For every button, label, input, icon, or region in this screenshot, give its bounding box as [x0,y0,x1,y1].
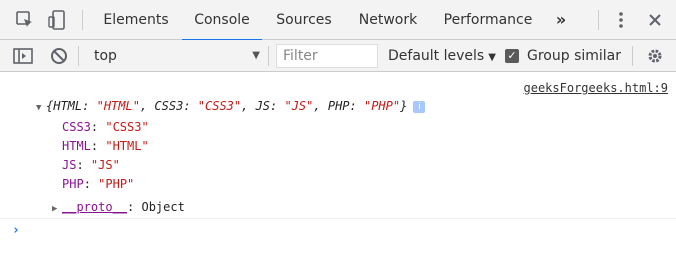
tab-performance[interactable]: Performance [436,0,540,40]
log-levels-dropdown[interactable]: Default levels ▼ [388,44,496,68]
inspect-icon[interactable] [14,8,36,32]
tab-console[interactable]: Console [182,0,262,41]
group-similar-label: Group similar [527,48,622,64]
tab-elements[interactable]: Elements [96,0,176,40]
kebab-menu-icon[interactable] [610,8,632,32]
console-divider [0,218,676,219]
prompt-chevron-icon[interactable]: › [12,223,20,238]
property-row: PHP: "PHP" [62,177,135,191]
device-toggle-icon[interactable] [46,8,68,32]
group-similar-checkbox[interactable]: ✓ [505,49,519,63]
toolbar-divider-2 [268,46,269,66]
filter-input[interactable] [276,44,378,68]
levels-label: Default levels [388,48,485,64]
context-value: top [94,48,117,64]
property-row: HTML: "HTML" [62,139,149,153]
object-summary-row[interactable]: ▼ {HTML: "HTML", CSS3: "CSS3", JS: "JS", … [36,97,426,117]
toolbar-divider-3 [632,46,633,66]
sidebar-toggle-icon[interactable] [12,44,34,68]
property-row: JS: "JS" [62,158,120,172]
proto-row[interactable]: ▶ __proto__: Object [52,198,185,216]
more-tabs-icon[interactable]: » [548,0,574,40]
tabbar-divider [82,10,83,30]
clear-console-icon[interactable] [48,44,70,68]
tabbar-divider-right [598,10,599,30]
collapse-triangle-icon[interactable]: ▶ [52,200,62,218]
dropdown-arrow-icon: ▼ [252,50,260,61]
tab-sources[interactable]: Sources [268,0,340,40]
console-output: geeksForgeeks.html:9 ▼ {HTML: "HTML", CSS… [0,73,676,271]
settings-gear-icon[interactable] [644,44,666,68]
close-icon[interactable] [644,8,666,32]
console-toolbar: top ▼ Default levels▼ ✓ Group similar [0,40,676,72]
toolbar-divider [78,46,79,66]
expand-triangle-icon[interactable]: ▼ [36,99,46,117]
tab-network[interactable]: Network [350,0,426,40]
source-link[interactable]: geeksForgeeks.html:9 [524,81,669,95]
context-selector[interactable]: top ▼ [86,44,264,68]
info-icon[interactable]: i [413,100,426,113]
property-row: CSS3: "CSS3" [62,120,149,134]
devtools-tabbar: Elements Console Sources Network Perform… [0,0,676,41]
levels-arrow-icon: ▼ [488,52,496,63]
